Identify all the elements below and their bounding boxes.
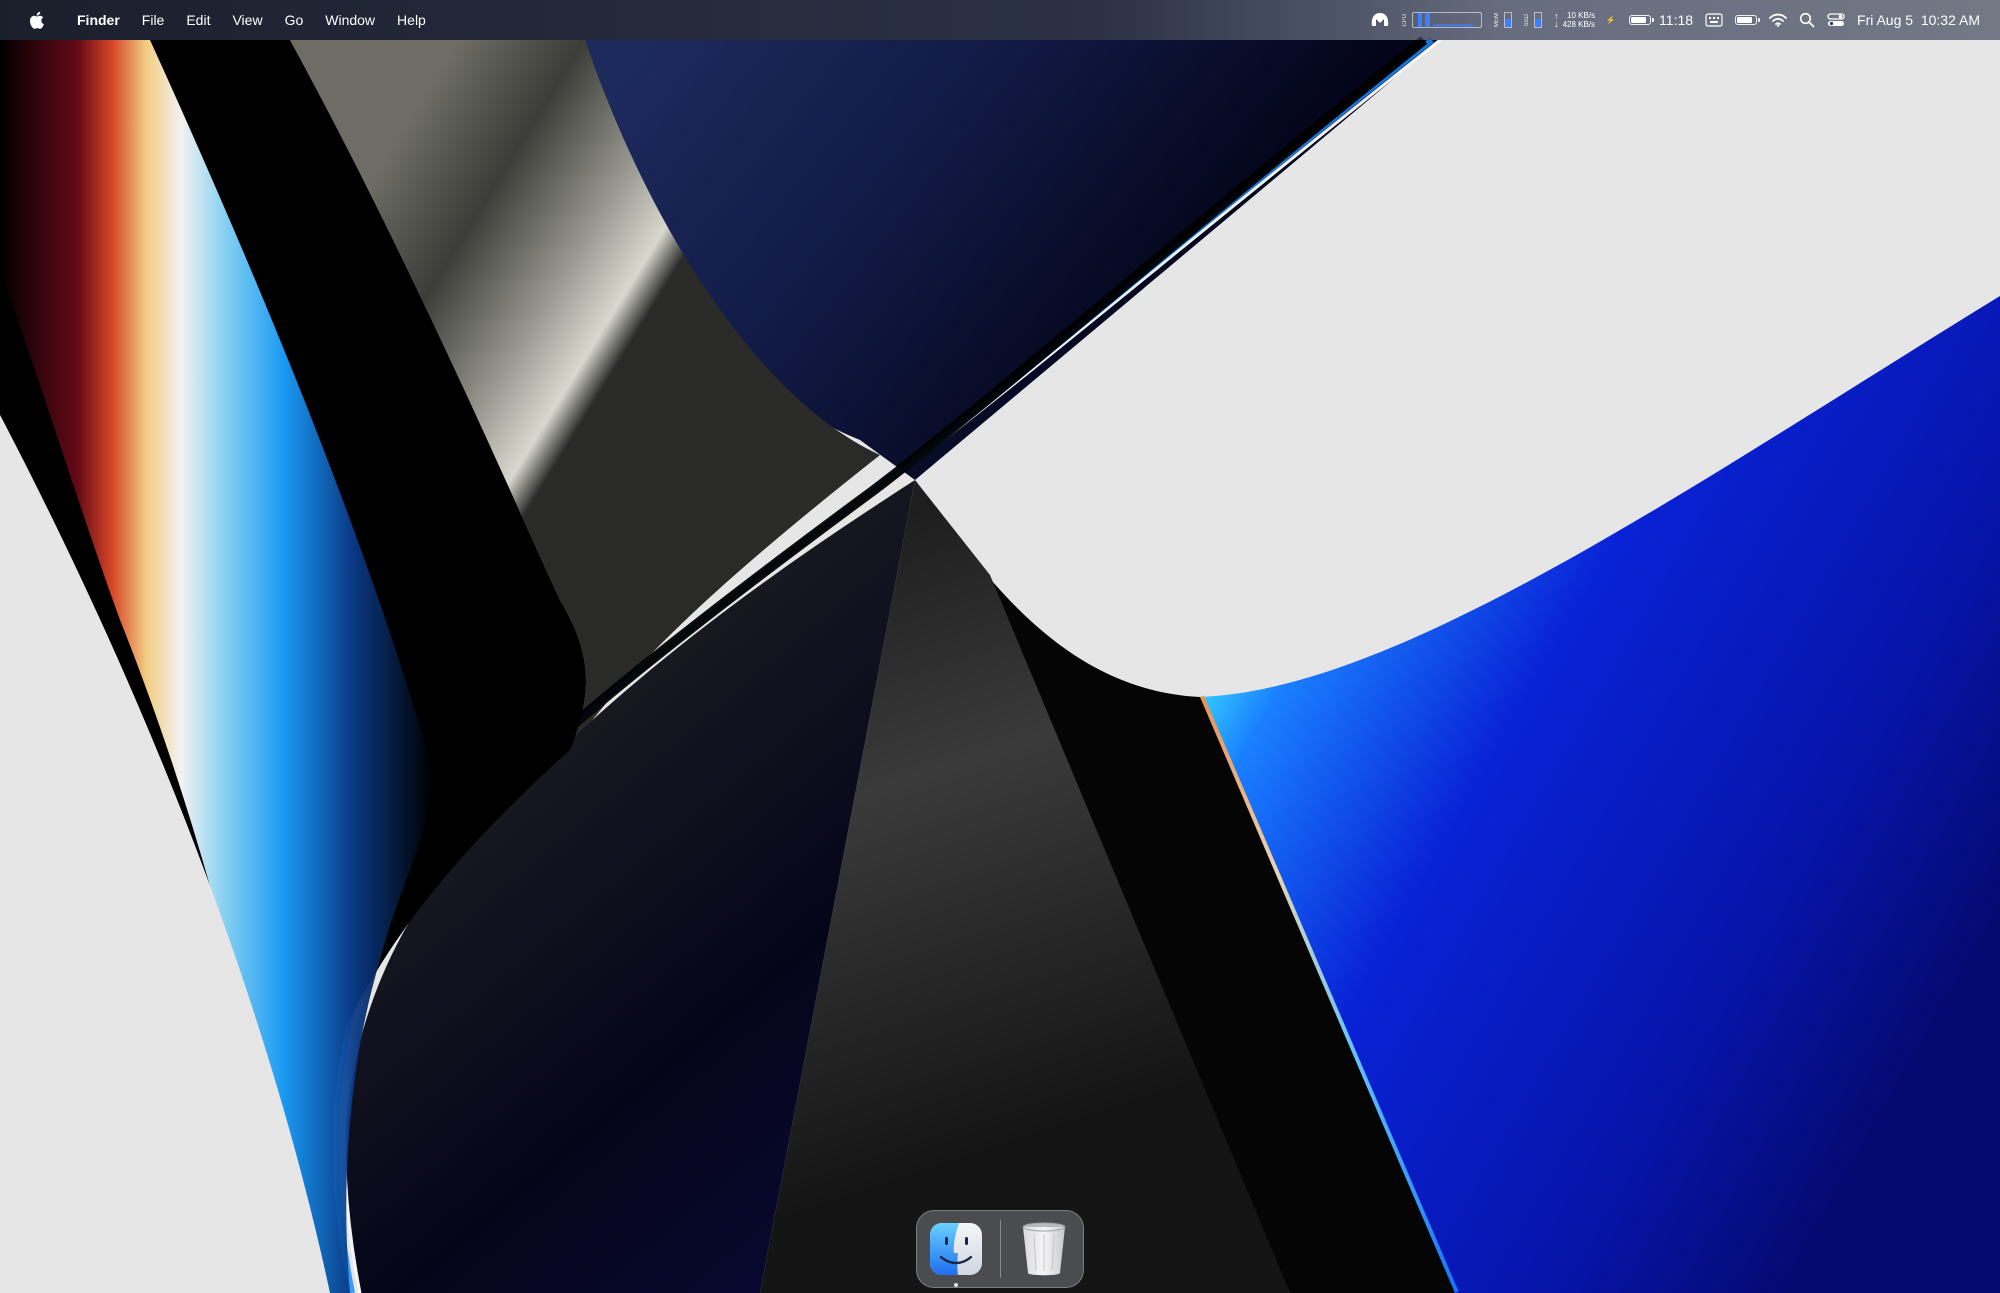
memory-level-bar <box>1504 12 1513 28</box>
disk-monitor[interactable]: SSD <box>1518 6 1548 34</box>
network-arrows-icon: ↑ ↓ <box>1554 11 1559 29</box>
menu-help[interactable]: Help <box>386 6 437 34</box>
battery-icon <box>1629 15 1655 25</box>
dock-separator <box>999 1220 1001 1278</box>
cpu-graph-bar <box>1433 24 1474 27</box>
network-speeds: 10 KB/s 428 KB/s <box>1563 11 1595 29</box>
battery-level-fill <box>1737 17 1753 23</box>
menu-bar: Finder File Edit View Go Window Help CPU <box>0 0 2000 40</box>
network-monitor[interactable]: ↑ ↓ 10 KB/s 428 KB/s <box>1548 6 1601 34</box>
network-download-speed: 428 KB/s <box>1562 20 1596 29</box>
battery-status-icon[interactable] <box>1729 6 1763 34</box>
dock-item-trash[interactable] <box>1013 1217 1076 1281</box>
menu-app-name[interactable]: Finder <box>66 6 131 34</box>
trash-icon <box>1022 1222 1066 1276</box>
keyboard-icon[interactable] <box>1699 6 1729 34</box>
disk-label: SSD <box>1524 13 1531 27</box>
battery-fill <box>1631 17 1647 23</box>
menu-bar-clock[interactable]: Fri Aug 5 10:32 AM <box>1851 6 1986 34</box>
menu-edit[interactable]: Edit <box>175 6 221 34</box>
finder-icon <box>930 1223 983 1275</box>
battery-time-remaining: 11:18 <box>1659 12 1694 28</box>
cpu-graph-bar <box>1418 13 1423 27</box>
control-center-icon[interactable] <box>1821 6 1851 34</box>
dock-item-finder[interactable] <box>925 1217 988 1287</box>
network-upload-speed: 10 KB/s <box>1567 11 1596 20</box>
cpu-history-graph <box>1412 12 1483 28</box>
menu-bar-left: Finder File Edit View Go Window Help <box>16 0 437 40</box>
sensor-icon[interactable]: ⚡ <box>1601 6 1623 34</box>
wifi-icon[interactable] <box>1763 6 1793 34</box>
finder-running-indicator <box>954 1283 959 1287</box>
menu-go[interactable]: Go <box>274 6 315 34</box>
cpu-label: CPU <box>1402 13 1409 27</box>
desktop[interactable]: Finder File Edit View Go Window Help CPU <box>0 0 2000 1293</box>
apple-menu-icon[interactable] <box>16 10 56 30</box>
disk-level-bar <box>1534 12 1543 28</box>
malwarebytes-icon[interactable] <box>1364 6 1396 34</box>
menu-window[interactable]: Window <box>314 6 386 34</box>
sensor-glyph: ⚡ <box>1606 15 1616 25</box>
spotlight-search-icon[interactable] <box>1793 6 1821 34</box>
cpu-graph-bar <box>1425 13 1431 27</box>
desktop-wallpaper <box>0 0 2000 1293</box>
menu-file[interactable]: File <box>131 6 176 34</box>
battery-level-icon <box>1735 15 1761 25</box>
memory-monitor[interactable]: MEM <box>1488 6 1518 34</box>
cpu-monitor[interactable]: CPU <box>1396 6 1488 34</box>
memory-label: MEM <box>1494 13 1501 27</box>
battery-time-status[interactable]: 11:18 <box>1623 6 1699 34</box>
disk-level-fill <box>1535 18 1542 27</box>
memory-level-fill <box>1505 19 1512 27</box>
menu-view[interactable]: View <box>221 6 273 34</box>
menu-bar-status-area: CPU MEM SSD ↑ ↓ 10 KB/s 428 KB/s ⚡ 11:18… <box>1364 0 1986 40</box>
dock <box>916 1210 1084 1288</box>
